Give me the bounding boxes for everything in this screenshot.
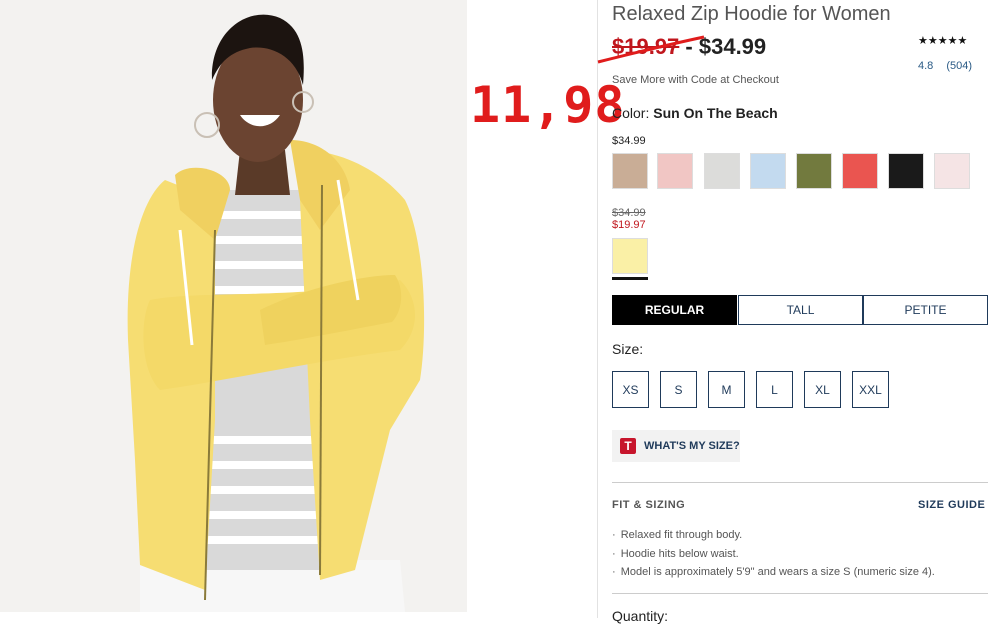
tab-petite[interactable]: PETITE [863, 295, 988, 325]
review-count: (504) [946, 60, 973, 72]
quantity-label: Quantity: [612, 608, 669, 624]
divider [612, 593, 988, 594]
swatch-olive[interactable] [796, 153, 832, 189]
swatch-pale-pink[interactable] [934, 153, 970, 189]
swatch-coral-red[interactable] [842, 153, 878, 189]
swatch-black[interactable] [888, 153, 924, 189]
swatch-light-blue[interactable] [750, 153, 786, 189]
product-title: Relaxed Zip Hoodie for Women [612, 3, 891, 25]
swatch-light-gray[interactable] [704, 153, 740, 189]
true-fit-icon: T [620, 438, 636, 454]
size-s-button[interactable]: S [660, 371, 697, 408]
whats-my-size-button[interactable]: T WHAT'S MY SIZE? [612, 430, 740, 462]
tab-tall[interactable]: TALL [738, 295, 863, 325]
list-item: Model is approximately 5'9" and wears a … [612, 563, 935, 582]
red-strike-mark [597, 35, 705, 64]
swatch-yellow-selected[interactable] [612, 238, 648, 274]
divider [612, 482, 988, 483]
rating-summary[interactable]: 4.8 (504) [918, 60, 972, 72]
size-xl-button[interactable]: XL [804, 371, 841, 408]
tab-regular[interactable]: REGULAR [612, 295, 737, 325]
fit-sizing-heading: FIT & SIZING [612, 499, 686, 511]
selected-color-name: Sun On The Beach [653, 105, 778, 121]
color-label-text: Color: [612, 105, 654, 121]
handwritten-price-annotation: 11,98 [470, 76, 626, 134]
promo-text: Save More with Code at Checkout [612, 74, 779, 86]
whats-my-size-label: WHAT'S MY SIZE? [644, 440, 740, 452]
size-l-button[interactable]: L [756, 371, 793, 408]
size-xs-button[interactable]: XS [612, 371, 649, 408]
size-m-button[interactable]: M [708, 371, 745, 408]
size-xxl-button[interactable]: XXL [852, 371, 889, 408]
selected-swatch-indicator [612, 277, 648, 280]
rating-value: 4.8 [918, 60, 934, 72]
rating-stars-icon[interactable]: ★★★★★ [918, 34, 967, 47]
swatch-group-price: $34.99 [612, 135, 646, 147]
sale-original-price: $34.99 [612, 207, 646, 219]
size-label: Size: [612, 341, 644, 357]
sale-price: $19.97 [612, 219, 646, 231]
current-price: $34.99 [698, 34, 767, 59]
swatch-tan[interactable] [612, 153, 648, 189]
list-item: Hoodie hits below waist. [612, 545, 935, 564]
color-label: Color: Sun On The Beach [612, 105, 778, 121]
product-image[interactable] [0, 0, 467, 612]
swatch-light-pink[interactable] [657, 153, 693, 189]
size-guide-link[interactable]: SIZE GUIDE [918, 499, 985, 511]
list-item: Relaxed fit through body. [612, 526, 935, 545]
fit-details-list: Relaxed fit through body. Hoodie hits be… [612, 526, 935, 582]
